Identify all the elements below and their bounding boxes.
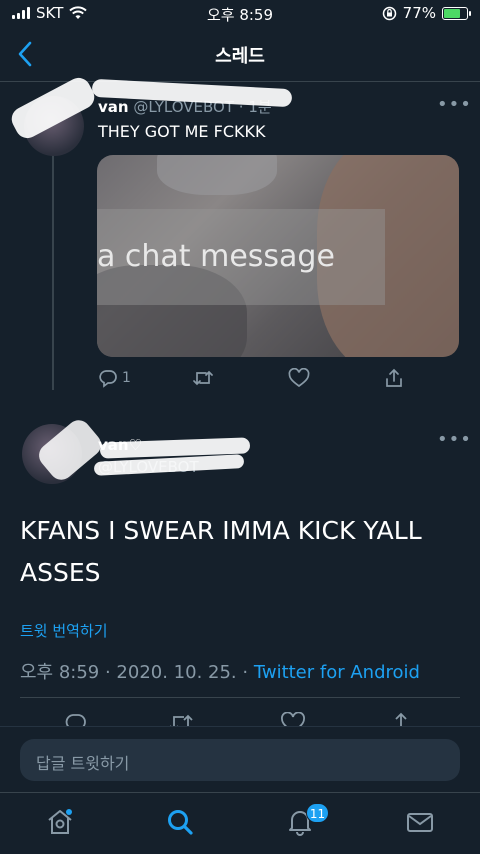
main-tweet-text: KFANS I SWEAR IMMA KICK YALL ASSES — [20, 516, 422, 587]
timestamp-text: 오후 8:59 · 2020. 10. 25. · — [20, 662, 254, 683]
tweet-media-image[interactable]: a chat message — [97, 155, 459, 357]
share-button[interactable] — [384, 368, 404, 388]
reply-icon — [99, 370, 117, 388]
more-options-icon[interactable]: ••• — [437, 429, 472, 450]
share-icon — [386, 368, 402, 387]
home-icon[interactable] — [45, 807, 75, 837]
media-chat-text: a chat message — [97, 239, 335, 274]
thread-header: 스레드 — [0, 28, 480, 82]
messages-mail-icon[interactable] — [405, 807, 435, 837]
like-button[interactable] — [288, 368, 310, 388]
tweet-source-link[interactable]: Twitter for Android — [254, 662, 420, 683]
reply-button[interactable]: 1 — [98, 368, 131, 388]
tweet-timestamp: 오후 8:59 · 2020. 10. 25. · Twitter for An… — [20, 658, 420, 684]
notifications-badge: 11 — [306, 803, 329, 823]
retweet-button[interactable] — [192, 368, 214, 388]
rotation-lock-icon — [382, 6, 396, 20]
more-options-icon[interactable]: ••• — [437, 94, 472, 115]
status-right: 77% — [382, 4, 471, 22]
status-bar: SKT 오후 8:59 77% — [0, 0, 480, 28]
thread-connector-line — [52, 140, 54, 390]
heart-icon — [288, 368, 310, 388]
divider — [20, 697, 460, 698]
reply-composer: 답글 트윗하기 — [0, 726, 480, 792]
reply-tweet-text: THEY GOT ME FCKKK — [98, 122, 266, 141]
battery-icon — [442, 6, 471, 20]
search-icon[interactable] — [165, 807, 195, 837]
page-title: 스레드 — [215, 46, 265, 67]
reply-display-name: van — [98, 98, 129, 116]
translate-tweet-link[interactable]: 트윗 번역하기 — [20, 620, 108, 641]
retweet-icon — [193, 370, 213, 386]
reply-input-placeholder: 답글 트윗하기 — [36, 754, 130, 773]
reply-count: 1 — [122, 370, 131, 386]
bottom-tab-bar — [0, 792, 480, 854]
battery-percent: 77% — [402, 4, 436, 22]
reply-input[interactable]: 답글 트윗하기 — [20, 739, 460, 781]
